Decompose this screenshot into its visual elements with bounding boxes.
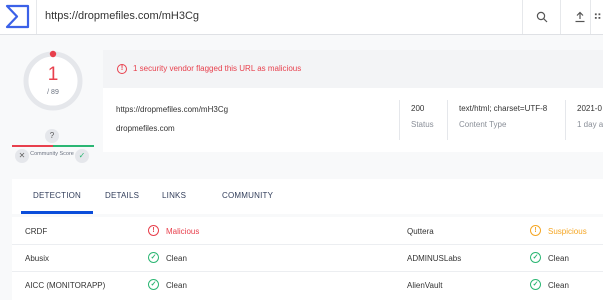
tab-detection[interactable]: DETECTION [33,191,81,200]
vendor-name: AlienVault [407,281,443,290]
upload-icon [575,11,584,23]
community-score-help[interactable]: ? [45,129,59,143]
divider [399,100,400,140]
search-button[interactable] [522,0,560,34]
vote-harmless-down-button[interactable]: ✕ [15,149,29,163]
score-panel: 1 / 89 ? ✕ Community Score ✓ [0,36,103,178]
scanned-url: https://dropmefiles.com/mH3Cg [116,105,229,114]
scanned-domain[interactable]: dropmefiles.com [116,124,175,133]
vendor-name: CRDF [25,227,48,236]
community-score-label: Community Score [30,151,74,157]
analysis-date-value: 2021-0 [577,104,602,113]
search-input[interactable]: https://dropmefiles.com/mH3Cg [36,0,523,34]
alert-icon: ! [117,64,127,74]
tab-community[interactable]: COMMUNITY [222,191,273,200]
search-input-value: https://dropmefiles.com/mH3Cg [45,10,200,22]
verdict: Clean [548,281,569,290]
vendor-name: Quttera [407,227,434,236]
search-icon [536,11,547,23]
engine-total: / 89 [47,89,59,96]
verdict: Clean [166,254,187,263]
virustotal-logo[interactable] [5,4,30,29]
tab-links[interactable]: LINKS [162,191,186,200]
divider [447,100,448,140]
content-type-label: Content Type [459,120,507,129]
vendor-name: AICC (MONITORAPP) [25,281,106,290]
check-icon: ✓ [148,252,159,263]
divider [565,100,566,140]
malicious-icon: ! [148,225,159,236]
detection-table: CRDF ! Malicious Quttera ! Suspicious Ab… [12,217,603,300]
apps-button[interactable] [590,0,603,34]
status-label: Status [411,120,434,129]
tab-details[interactable]: DETAILS [105,191,139,200]
active-tab-indicator [21,211,93,214]
vendor-name: Abusix [25,254,50,263]
table-row: CRDF ! Malicious Quttera ! Suspicious [12,218,603,245]
check-icon: ✓ [530,252,541,263]
status-value: 200 [411,104,425,113]
analysis-age-label: 1 day ag [577,120,603,129]
detection-count: 1 [47,64,59,85]
table-row: AICC (MONITORAPP) ✓ Clean AlienVault ✓ C… [12,272,603,299]
top-bar: https://dropmefiles.com/mH3Cg [0,0,603,35]
community-score-bar [12,145,94,147]
detection-alert: ! 1 security vendor flagged this URL as … [103,50,603,88]
verdict: Suspicious [548,227,587,236]
vendor-name: ADMINUSLabs [407,254,462,263]
check-icon: ✓ [148,279,159,290]
apps-icon [594,13,601,19]
vote-harmless-up-button[interactable]: ✓ [75,149,89,163]
suspicious-icon: ! [530,225,541,236]
check-icon: ✓ [530,279,541,290]
table-row: Abusix ✓ Clean ADMINUSLabs ✓ Clean [12,245,603,272]
result-tabs: DETECTION DETAILS LINKS COMMUNITY [12,179,603,214]
verdict: Malicious [166,227,200,236]
content-type-value: text/html; charset=UTF-8 [459,104,548,113]
alert-text: 1 security vendor flagged this URL as ma… [133,64,302,73]
verdict: Clean [166,281,187,290]
verdict: Clean [548,254,569,263]
summary-card: ! 1 security vendor flagged this URL as … [103,50,603,152]
